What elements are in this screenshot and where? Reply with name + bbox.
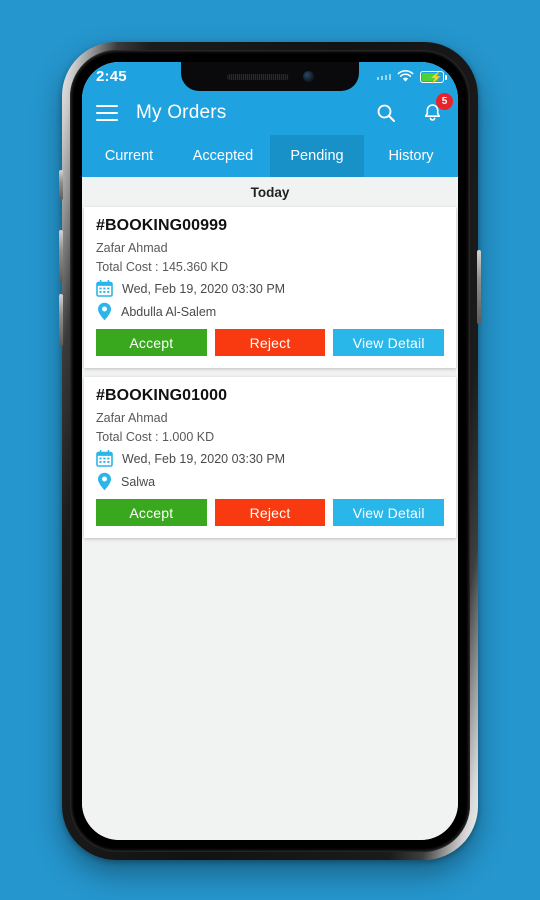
tab-history-label: History <box>388 148 434 164</box>
booking-id: #BOOKING01000 <box>96 387 228 404</box>
hamburger-menu-icon[interactable] <box>96 105 118 121</box>
tab-current-label: Current <box>104 148 154 164</box>
booking-id: #BOOKING00999 <box>96 217 228 234</box>
device-notch <box>181 62 359 91</box>
booking-actions: Accept Reject View Detail <box>96 499 445 526</box>
volume-down-button[interactable] <box>59 294 63 346</box>
booking-datetime-row: Wed, Feb 19, 2020 03:30 PM <box>96 280 444 297</box>
total-cost: Total Cost : 1.000 KD <box>96 430 215 444</box>
tab-history[interactable]: History <box>364 135 458 177</box>
calendar-icon <box>96 280 113 297</box>
booking-card[interactable]: #BOOKING01000 Zafar Ahmad Total Cost : 1… <box>84 377 456 538</box>
wifi-icon <box>397 70 414 82</box>
power-button[interactable] <box>477 250 481 324</box>
location-pin-icon <box>98 472 111 491</box>
booking-card[interactable]: #BOOKING00999 Zafar Ahmad Total Cost : 1… <box>84 207 456 368</box>
day-section-header: Today <box>82 177 458 207</box>
accept-button[interactable]: Accept <box>96 329 207 356</box>
accept-button[interactable]: Accept <box>96 499 207 526</box>
volume-up-button[interactable] <box>59 230 63 282</box>
status-bar-indicators: ⚡ <box>376 70 447 84</box>
orders-list[interactable]: Today #BOOKING00999 Zafar Ahmad Total Co… <box>82 177 458 840</box>
status-bar-time: 2:45 <box>96 68 127 85</box>
calendar-icon <box>96 450 113 467</box>
app-bar: My Orders 5 <box>82 91 458 135</box>
booking-datetime-row: Wed, Feb 19, 2020 03:30 PM <box>96 450 444 467</box>
booking-location: Abdulla Al-Salem <box>121 304 217 319</box>
customer-name: Zafar Ahmad <box>96 411 168 425</box>
total-cost: Total Cost : 145.360 KD <box>96 260 229 274</box>
booking-location-row: Salwa <box>96 472 444 491</box>
search-icon <box>377 104 395 122</box>
mute-switch-button[interactable] <box>59 170 63 200</box>
booking-location-row: Abdulla Al-Salem <box>96 302 444 321</box>
earpiece-speaker-icon <box>226 73 289 80</box>
tab-pending-label: Pending <box>290 148 344 164</box>
phone-device-frame: 2:45 ⚡ My Orders 5 Current Accepted Pend… <box>59 42 481 860</box>
location-pin-icon <box>98 302 111 321</box>
tab-pending[interactable]: Pending <box>270 135 364 177</box>
phone-screen: 2:45 ⚡ My Orders 5 Current Accepted Pend… <box>82 62 458 840</box>
page-title: My Orders <box>136 102 227 123</box>
tab-accepted[interactable]: Accepted <box>176 135 270 177</box>
booking-datetime: Wed, Feb 19, 2020 03:30 PM <box>122 281 286 296</box>
front-camera-icon <box>302 71 314 82</box>
booking-location: Salwa <box>121 474 156 489</box>
notification-badge: 5 <box>436 93 453 110</box>
search-button[interactable] <box>374 101 398 125</box>
tab-bar: Current Accepted Pending History <box>82 135 458 177</box>
view-detail-button[interactable]: View Detail <box>333 499 445 526</box>
notifications-button[interactable]: 5 <box>420 93 453 125</box>
battery-charging-icon: ⚡ <box>420 70 447 84</box>
tab-accepted-label: Accepted <box>192 148 254 164</box>
signal-dots-icon <box>376 73 391 80</box>
reject-button[interactable]: Reject <box>214 329 326 356</box>
tab-current[interactable]: Current <box>82 135 176 177</box>
reject-button[interactable]: Reject <box>214 499 326 526</box>
booking-datetime: Wed, Feb 19, 2020 03:30 PM <box>122 451 286 466</box>
view-detail-button[interactable]: View Detail <box>333 329 445 356</box>
phone-bezel: 2:45 ⚡ My Orders 5 Current Accepted Pend… <box>70 50 470 852</box>
customer-name: Zafar Ahmad <box>96 241 168 255</box>
app-bar-actions: 5 <box>374 93 453 125</box>
booking-actions: Accept Reject View Detail <box>96 329 445 356</box>
